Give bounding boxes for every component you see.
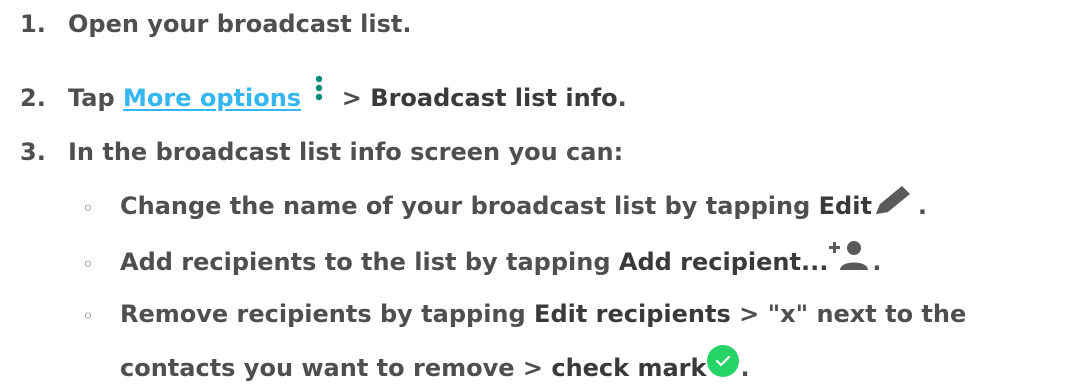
- step-number: 3.: [20, 138, 46, 166]
- more-vert-icon: [315, 75, 323, 103]
- bullet-text: contacts you want to remove >: [120, 354, 552, 382]
- step-3: 3. In the broadcast list info screen you …: [20, 136, 623, 168]
- separator: >: [333, 84, 371, 112]
- add-recipient-label: Add recipient...: [618, 248, 829, 276]
- step-text: Tap: [68, 84, 124, 112]
- period: .: [917, 192, 928, 220]
- broadcast-list-info-label: Broadcast list info: [370, 84, 618, 112]
- step-text: Open your broadcast list.: [68, 10, 412, 38]
- step-1: 1. Open your broadcast list.: [20, 8, 411, 40]
- bullet-item-add-recipient: Add recipients to the list by tapping Ad…: [120, 241, 882, 280]
- bullet-marker: ◦: [82, 196, 94, 220]
- step-number: 1.: [20, 10, 46, 38]
- bullet-item-edit-name: Change the name of your broadcast list b…: [120, 186, 928, 224]
- step-number: 2.: [20, 84, 46, 112]
- period: .: [872, 248, 882, 276]
- edit-label: Edit: [818, 192, 872, 220]
- edit-recipients-label: Edit recipients: [534, 300, 731, 328]
- bullet-text: Remove recipients by tapping: [120, 300, 535, 328]
- bullet-marker: ◦: [82, 252, 94, 276]
- bullet-item-remove-recipients-cont: contacts you want to remove > check mark…: [120, 345, 750, 386]
- step-text: In the broadcast list info screen you ca…: [68, 138, 624, 166]
- check-circle-icon: [706, 344, 740, 378]
- bullet-text: Change the name of your broadcast list b…: [120, 192, 819, 220]
- period: .: [740, 354, 750, 382]
- bullet-text: Add recipients to the list by tapping: [120, 248, 619, 276]
- more-options-link[interactable]: More options: [123, 84, 301, 112]
- bullet-marker: ◦: [82, 304, 94, 328]
- period: .: [617, 84, 627, 112]
- check-mark-label: check mark: [551, 354, 707, 382]
- bullet-item-remove-recipients: Remove recipients by tapping Edit recipi…: [120, 298, 966, 330]
- pencil-icon: [872, 184, 918, 218]
- bullet-text-middle: > "x" next to the: [730, 300, 967, 328]
- step-2: 2. Tap More options > Broadcast list info…: [20, 75, 627, 114]
- add-person-icon: [828, 238, 872, 272]
